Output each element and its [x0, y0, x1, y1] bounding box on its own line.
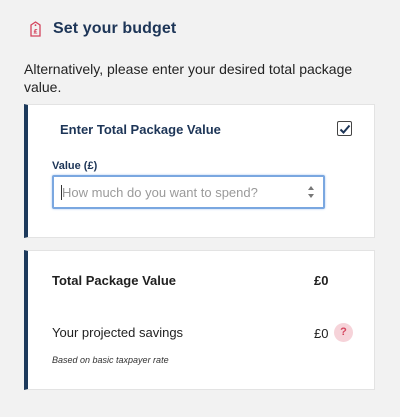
price-tag-icon: £ — [30, 21, 41, 37]
summary-card: Total Package Value £0 Your projected sa… — [24, 250, 375, 390]
checkmark-icon — [339, 124, 351, 134]
package-value-title: Enter Total Package Value — [60, 122, 221, 137]
intro-text: Alternatively, please enter your desired… — [24, 61, 353, 95]
value-input[interactable] — [54, 177, 294, 207]
help-icon[interactable]: ? — [334, 323, 353, 342]
stepper-down-icon[interactable] — [307, 194, 314, 198]
text-cursor — [61, 185, 62, 200]
page-title: Set your budget — [53, 20, 177, 37]
package-value-checkbox[interactable] — [337, 121, 352, 136]
stepper-up-icon[interactable] — [307, 186, 314, 190]
value-field-label: Value (£) — [52, 160, 98, 172]
package-value-card: Enter Total Package Value Value (£) — [24, 104, 375, 238]
section-header: £ Set your budget — [30, 20, 176, 38]
total-package-label: Total Package Value — [52, 273, 177, 288]
value-input-wrapper — [52, 175, 325, 209]
total-package-value: £0 — [314, 273, 329, 288]
svg-text:£: £ — [33, 28, 38, 36]
number-stepper[interactable] — [306, 186, 315, 198]
taxpayer-rate-note: Based on basic taxpayer rate — [52, 355, 169, 365]
projected-savings-label: Your projected savings — [52, 325, 184, 340]
projected-savings-value: £0 — [314, 326, 329, 341]
